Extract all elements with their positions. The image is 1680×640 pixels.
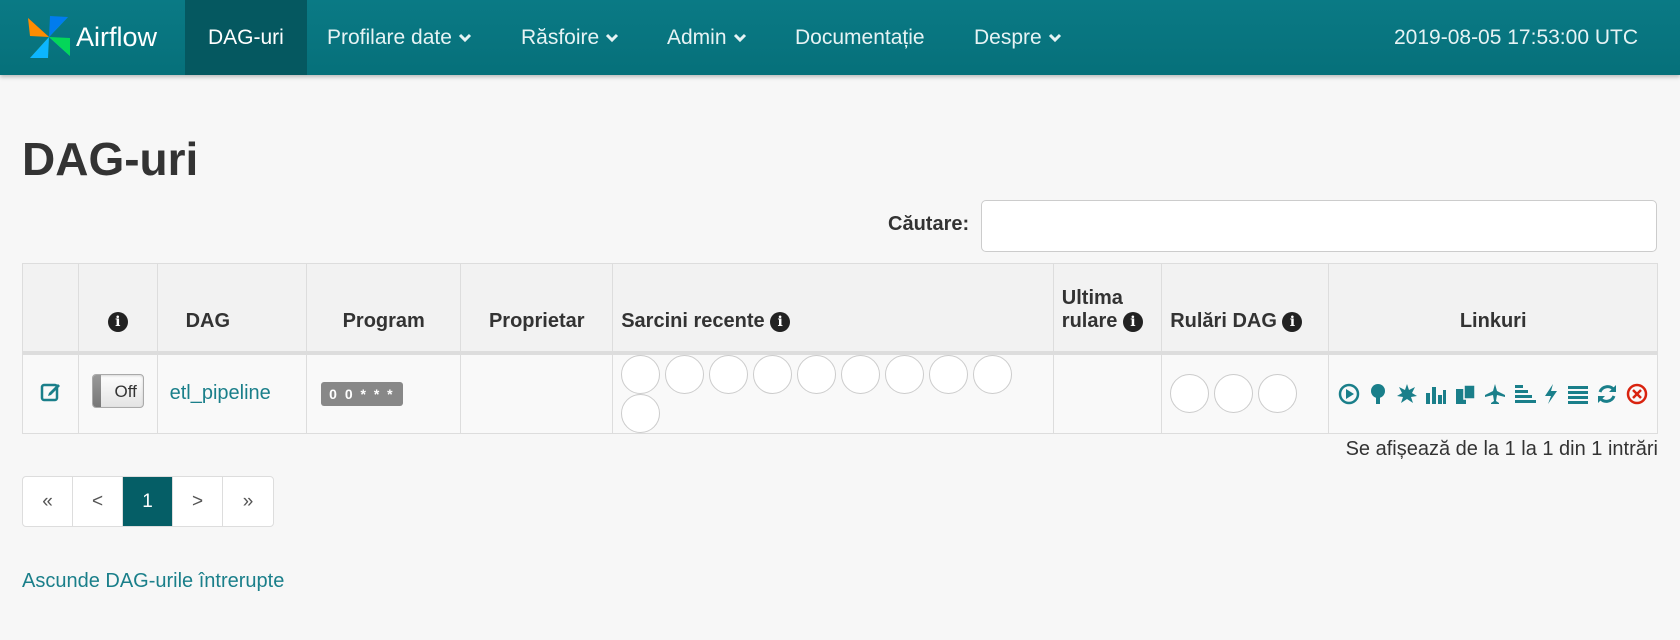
chevron-down-icon — [606, 34, 619, 43]
task-status-circle[interactable] — [841, 354, 881, 394]
info-icon[interactable]: i — [1282, 311, 1303, 332]
nav-admin[interactable]: Admin — [667, 0, 747, 75]
dag-runs-header-label: Rulări DAG — [1170, 309, 1277, 332]
recent-tasks-cell — [612, 352, 1054, 434]
last-run-column-header[interactable]: Ultima rulare i — [1052, 263, 1163, 355]
dag-run-status-circle[interactable] — [1214, 374, 1254, 413]
landing-times-icon[interactable] — [1484, 383, 1506, 405]
tree-view-icon[interactable] — [1368, 383, 1388, 405]
task-status-circle[interactable] — [621, 393, 661, 433]
entries-info: Se afișează de la 1 la 1 din 1 intrări — [1345, 438, 1658, 460]
last-run-cell — [1052, 352, 1163, 434]
task-status-circle[interactable] — [709, 354, 749, 394]
nav-browse[interactable]: Răsfoire — [521, 0, 619, 75]
toggle-label: Off — [114, 381, 137, 401]
dag-run-status-circle[interactable] — [1170, 374, 1210, 413]
links-column-header: Linkuri — [1328, 263, 1658, 355]
chevron-down-icon — [1048, 34, 1061, 43]
dags-table: i DAG Program Proprietar Sarcini recente… — [21, 263, 1658, 434]
last-run-header-line1: Ultima — [1061, 286, 1123, 309]
dag-run-status-circle[interactable] — [1258, 374, 1298, 413]
task-status-circle[interactable] — [621, 354, 661, 394]
edit-column-header — [21, 263, 80, 355]
trigger-dag-icon[interactable] — [1338, 383, 1360, 405]
info-icon[interactable]: i — [770, 311, 791, 332]
nav-about[interactable]: Despre — [974, 0, 1062, 75]
task-status-circle[interactable] — [797, 354, 837, 394]
dag-runs-cell — [1161, 352, 1330, 434]
refresh-icon[interactable] — [1596, 383, 1618, 405]
chevron-down-icon — [458, 34, 471, 43]
recent-tasks-header-label: Sarcini recente — [621, 309, 765, 332]
schedule-badge: 0 0 * * * — [321, 381, 403, 406]
nav-docs[interactable]: Documentație — [795, 0, 925, 75]
toggle-cell: Off — [78, 352, 158, 434]
dag-runs-column-header: Rulări DAG i — [1161, 263, 1330, 355]
pagination-first[interactable]: « — [23, 477, 73, 526]
edit-cell — [21, 352, 80, 434]
task-status-circle[interactable] — [973, 354, 1013, 394]
nav-docs-label: Documentație — [795, 26, 925, 49]
nav-about-label: Despre — [974, 26, 1042, 49]
task-tries-icon[interactable] — [1455, 383, 1477, 405]
pagination-page-1[interactable]: 1 — [123, 477, 173, 526]
chevron-down-icon — [733, 34, 746, 43]
gantt-icon[interactable] — [1514, 383, 1536, 405]
edit-icon[interactable] — [40, 380, 62, 402]
info-icon[interactable]: i — [1122, 311, 1143, 332]
page-title: DAG-uri — [22, 133, 199, 185]
task-status-circle[interactable] — [929, 354, 969, 394]
dag-id-cell: etl_pipeline — [156, 352, 308, 434]
last-run-header-line2: rulare — [1061, 309, 1118, 332]
dag-pause-toggle[interactable]: Off — [91, 373, 144, 408]
dag-link[interactable]: etl_pipeline — [170, 382, 271, 404]
utc-clock: 2019-08-05 17:53:00 UTC — [1394, 26, 1638, 49]
schedule-cell: 0 0 * * * — [306, 352, 462, 434]
code-view-icon[interactable] — [1543, 383, 1559, 405]
pagination-last[interactable]: » — [223, 477, 273, 526]
toggle-knob — [92, 374, 101, 407]
search-input[interactable] — [981, 200, 1657, 252]
recent-tasks-column-header: Sarcini recente i — [612, 263, 1054, 355]
links-cell — [1328, 352, 1658, 434]
pagination: « < 1 > » — [22, 476, 274, 527]
nav-dags[interactable]: DAG-uri — [185, 0, 307, 75]
task-status-circle[interactable] — [665, 354, 705, 394]
nav-admin-label: Admin — [667, 26, 727, 49]
info-icon[interactable]: i — [107, 311, 128, 332]
table-row: Off etl_pipeline 0 0 * * * — [21, 352, 1658, 434]
delete-icon[interactable] — [1626, 383, 1648, 405]
pagination-next[interactable]: > — [173, 477, 223, 526]
task-status-circle[interactable] — [885, 354, 925, 394]
brand-name: Airflow — [76, 21, 158, 52]
nav-data-profiling[interactable]: Profilare date — [327, 0, 472, 75]
task-status-circle[interactable] — [753, 354, 793, 394]
table-header-row: i DAG Program Proprietar Sarcini recente… — [21, 263, 1658, 355]
owner-cell — [460, 352, 614, 434]
airflow-logo-icon — [28, 16, 70, 58]
graph-view-icon[interactable] — [1396, 383, 1418, 405]
hide-paused-dags-link[interactable]: Ascunde DAG-urile întrerupte — [22, 570, 284, 593]
search-label: Căutare: — [888, 213, 970, 235]
toggle-column-header: i — [78, 263, 158, 355]
pagination-prev[interactable]: < — [73, 477, 123, 526]
brand[interactable]: Airflow — [24, 12, 157, 62]
logs-icon[interactable] — [1567, 383, 1589, 405]
task-duration-icon[interactable] — [1425, 383, 1447, 405]
nav-dags-label: DAG-uri — [208, 26, 284, 49]
owner-column-header[interactable]: Proprietar — [460, 263, 614, 355]
nav-data-profiling-label: Profilare date — [327, 26, 452, 49]
schedule-column-header[interactable]: Program — [306, 263, 462, 355]
top-navbar: Airflow DAG-uri Profilare date Răsfoire … — [0, 0, 1680, 75]
dag-column-header[interactable]: DAG — [156, 263, 308, 355]
nav-browse-label: Răsfoire — [521, 26, 600, 49]
